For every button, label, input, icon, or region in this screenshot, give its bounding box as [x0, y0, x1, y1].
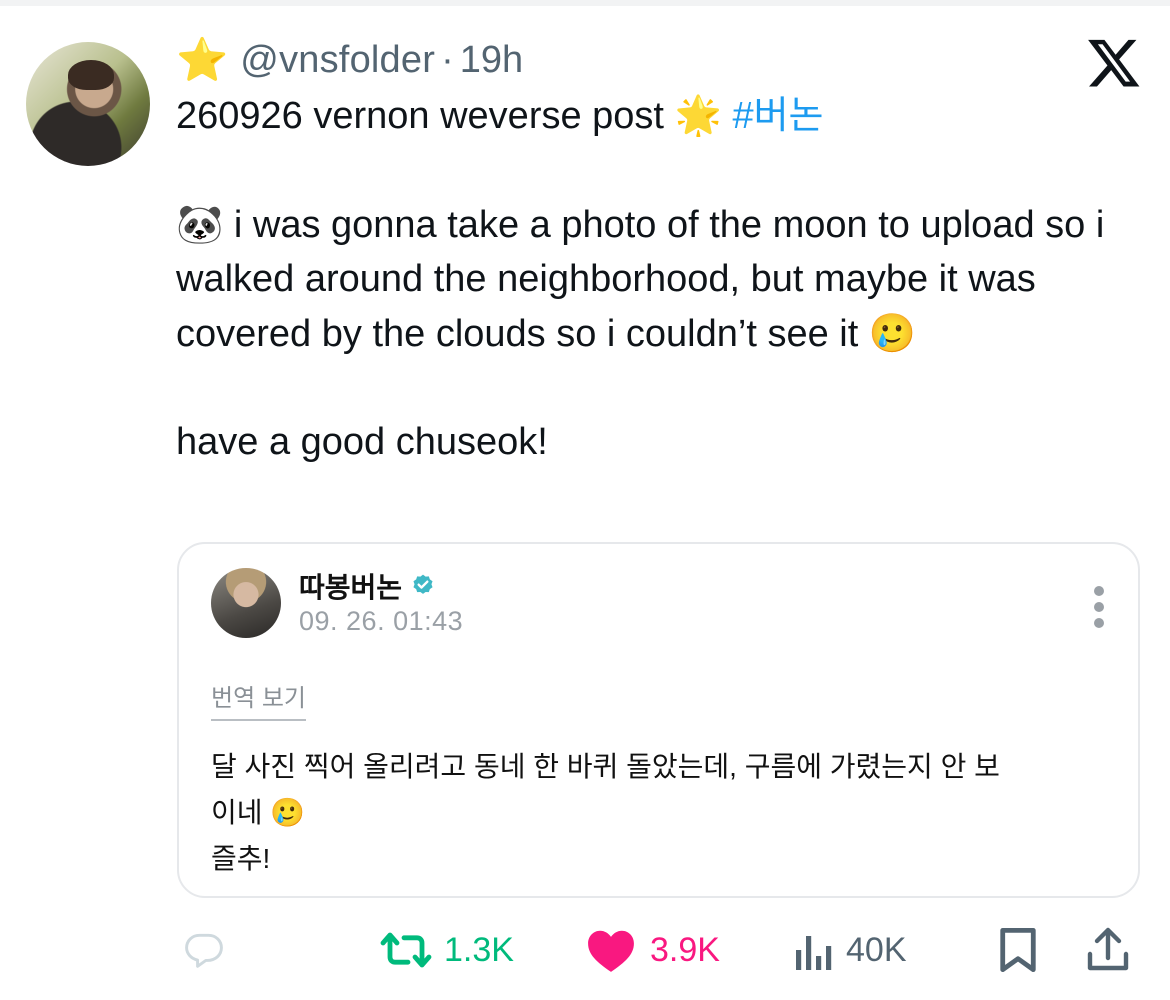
- quoted-tear-smile-emoji: 🥲: [270, 796, 306, 829]
- x-logo-icon[interactable]: [1086, 34, 1142, 90]
- share-button[interactable]: [1086, 922, 1130, 978]
- tweet-paragraph: i was gonna take a photo of the moon to …: [176, 204, 1105, 355]
- share-icon: [1087, 927, 1129, 971]
- translate-link[interactable]: 번역 보기: [211, 678, 306, 721]
- hashtag-link[interactable]: #버논: [732, 95, 823, 137]
- reply-icon: [185, 933, 223, 968]
- action-bar: 1.3K 3.9K 40K: [176, 922, 1140, 978]
- quoted-text: 달 사진 찍어 올리려고 동네 한 바퀴 돌았는데, 구름에 가렸는지 안 보 …: [211, 744, 1111, 882]
- like-count: 3.9K: [650, 930, 720, 969]
- quoted-line-3: 즐추!: [211, 843, 271, 874]
- views-button[interactable]: 40K: [794, 922, 907, 978]
- quoted-author[interactable]: 따봉버논: [299, 566, 436, 606]
- top-divider: [0, 0, 1170, 6]
- bookmark-icon: [1000, 927, 1036, 973]
- views-count: 40K: [846, 930, 907, 969]
- views-icon: [796, 936, 832, 970]
- more-icon[interactable]: [1094, 586, 1106, 630]
- post-time[interactable]: 19h: [460, 39, 523, 82]
- header-separator: ·: [441, 38, 454, 81]
- retweet-icon: [380, 932, 432, 968]
- tweet-closing: have a good chuseok!: [176, 421, 548, 463]
- tweet-header: ⭐ @vnsfolder · 19h: [176, 38, 523, 82]
- retweet-count: 1.3K: [444, 930, 514, 969]
- bookmark-button[interactable]: [996, 922, 1040, 978]
- quoted-author-name: 따봉버논: [299, 572, 403, 603]
- tweet-title: 260926 vernon weverse post: [176, 95, 664, 137]
- heart-icon: [588, 930, 634, 972]
- author-avatar[interactable]: [26, 42, 150, 166]
- quoted-timestamp: 09. 26. 01:43: [299, 606, 464, 636]
- tweet-body: 260926 vernon weverse post 🌟 #버논 🐼 i was…: [176, 88, 1136, 469]
- star-emoji: ⭐: [176, 35, 229, 84]
- glowing-star-emoji: 🌟: [674, 93, 722, 137]
- author-handle[interactable]: @vnsfolder: [240, 39, 435, 82]
- tear-smile-emoji: 🥲: [868, 311, 917, 355]
- quoted-post-card[interactable]: 따봉버논 09. 26. 01:43 번역 보기 달 사진 찍어 올리려고 동네…: [177, 542, 1140, 898]
- like-button[interactable]: 3.9K: [584, 922, 720, 978]
- retweet-button[interactable]: 1.3K: [380, 922, 514, 978]
- verified-icon: [413, 574, 433, 594]
- quoted-line-2: 이네: [211, 797, 263, 828]
- quoted-line-1: 달 사진 찍어 올리려고 동네 한 바퀴 돌았는데, 구름에 가렸는지 안 보: [211, 751, 1000, 782]
- reply-button[interactable]: [180, 922, 228, 978]
- panda-emoji: 🐼: [176, 202, 224, 246]
- quoted-avatar[interactable]: [211, 568, 281, 638]
